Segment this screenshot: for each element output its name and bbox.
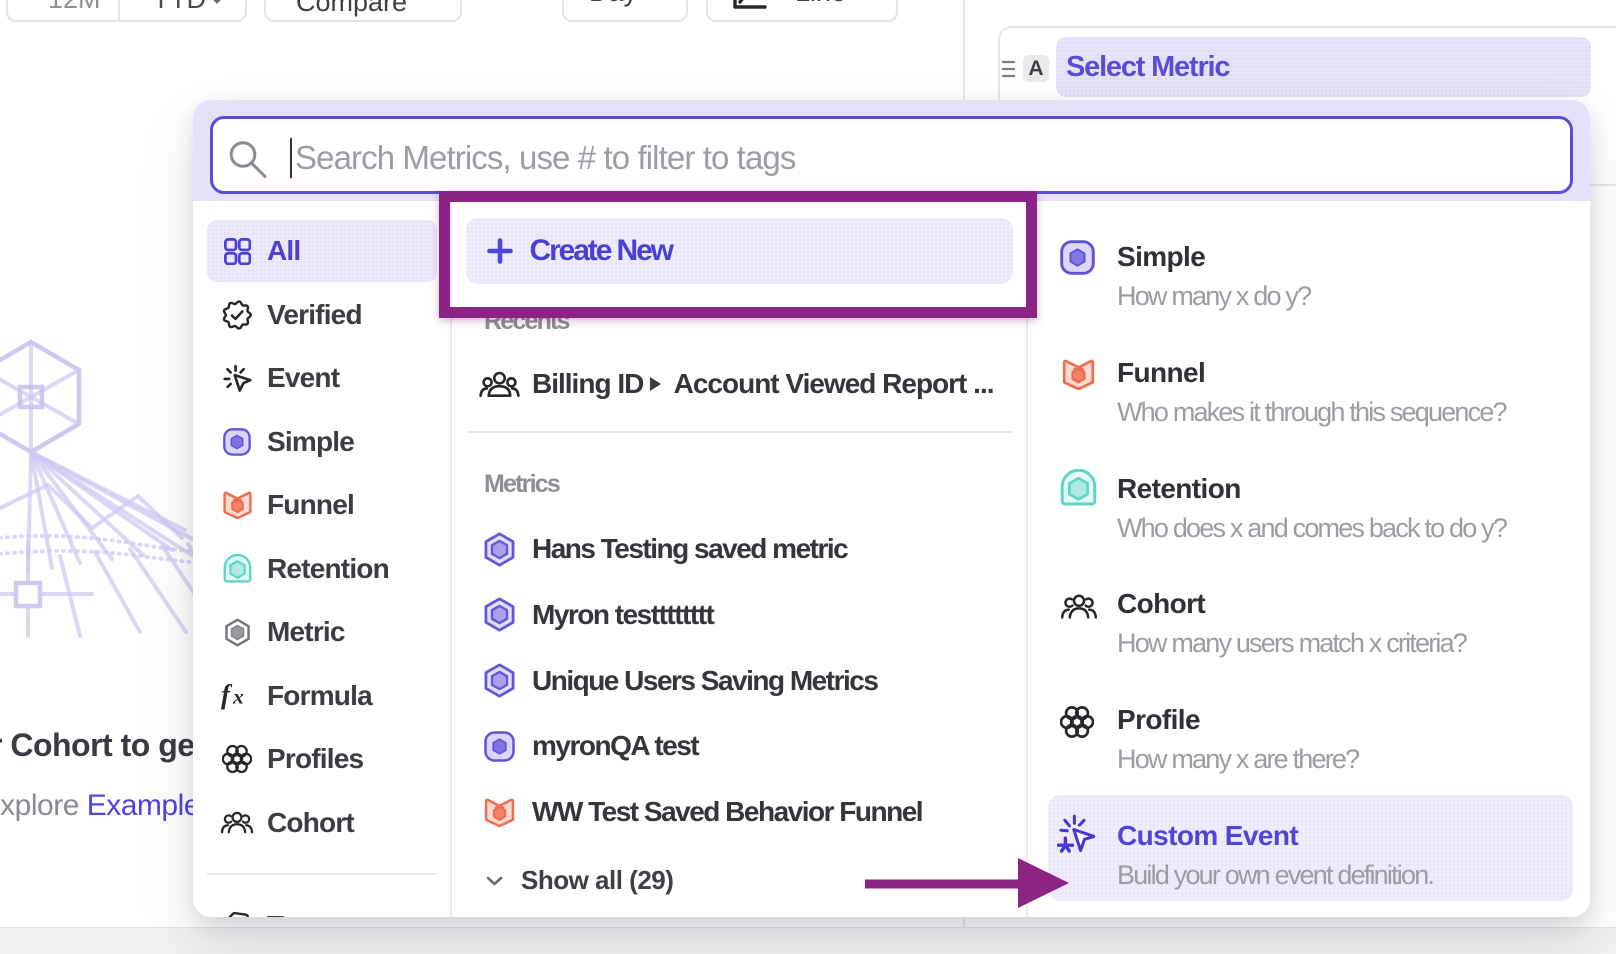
svg-text:f: f bbox=[221, 681, 233, 710]
svg-text:x: x bbox=[232, 685, 244, 709]
